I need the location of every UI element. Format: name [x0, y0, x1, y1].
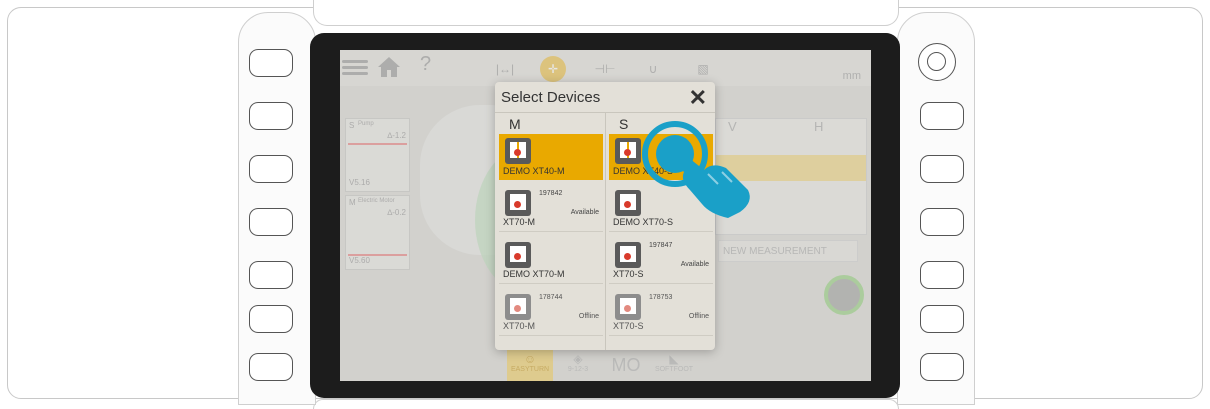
dialog-title: Select Devices	[501, 89, 601, 106]
device-cell-m-4[interactable]: 178744 Offline XT70-M	[499, 290, 603, 336]
sensor-icon	[615, 190, 641, 216]
sensor-icon	[615, 294, 641, 320]
sensor-icon	[615, 242, 641, 268]
hardware-button-9[interactable]	[920, 155, 964, 183]
device-top-edge	[313, 0, 899, 26]
device-cell-m-1[interactable]: DEMO XT40-M	[499, 134, 603, 180]
left-button-panel	[238, 12, 316, 405]
hardware-button-5[interactable]	[249, 261, 293, 289]
device-serial: 197842	[539, 190, 563, 197]
right-button-panel	[897, 12, 975, 405]
hardware-button-11[interactable]	[920, 261, 964, 289]
hardware-button-1[interactable]	[249, 49, 293, 77]
hardware-button-7[interactable]	[249, 353, 293, 381]
hardware-button-6[interactable]	[249, 305, 293, 333]
device-cell-m-3[interactable]: DEMO XT70-M	[499, 238, 603, 284]
device-bottom-edge	[313, 399, 899, 409]
hardware-button-13[interactable]	[920, 353, 964, 381]
device-name: XT70-S	[613, 321, 644, 331]
column-s-header: S	[619, 116, 629, 132]
device-status: Offline	[688, 313, 709, 320]
hardware-button-3[interactable]	[249, 155, 293, 183]
sensor-icon	[505, 190, 531, 216]
device-name: XT70-S	[613, 269, 644, 279]
device-name: DEMO XT40-M	[503, 166, 565, 176]
screen: ? |↔| ✛ ⊣⊢ ∪ ▧ mm S Pump ∆-1.2 V5.16 M E…	[340, 50, 871, 381]
sensor-icon	[505, 242, 531, 268]
hardware-button-2[interactable]	[249, 102, 293, 130]
device-name: XT70-M	[503, 217, 536, 227]
sensor-icon	[505, 294, 531, 320]
hardware-button-4[interactable]	[249, 208, 293, 236]
close-icon[interactable]: ✕	[689, 85, 707, 111]
device-cell-m-2[interactable]: 197842 Available XT70-M	[499, 186, 603, 232]
device-status: Offline	[578, 313, 599, 320]
device-serial: 178744	[539, 294, 563, 301]
column-divider	[605, 112, 606, 350]
tap-gesture-icon	[642, 121, 750, 218]
hardware-button-12[interactable]	[920, 305, 964, 333]
device-cell-s-3[interactable]: 197847 Available XT70-S	[609, 238, 713, 284]
sensor-icon	[505, 138, 531, 164]
hardware-button-8[interactable]	[920, 102, 964, 130]
sensor-icon	[615, 138, 641, 164]
rotary-knob[interactable]	[918, 43, 956, 81]
device-status: Available	[680, 261, 709, 268]
device-cell-s-4[interactable]: 178753 Offline XT70-S	[609, 290, 713, 336]
device-name: XT70-M	[503, 321, 536, 331]
device-serial: 178753	[649, 294, 673, 301]
hardware-button-10[interactable]	[920, 208, 964, 236]
device-name: DEMO XT70-M	[503, 269, 565, 279]
device-serial: 197847	[649, 242, 673, 249]
column-m-header: M	[509, 116, 521, 132]
device-status: Available	[570, 209, 599, 216]
